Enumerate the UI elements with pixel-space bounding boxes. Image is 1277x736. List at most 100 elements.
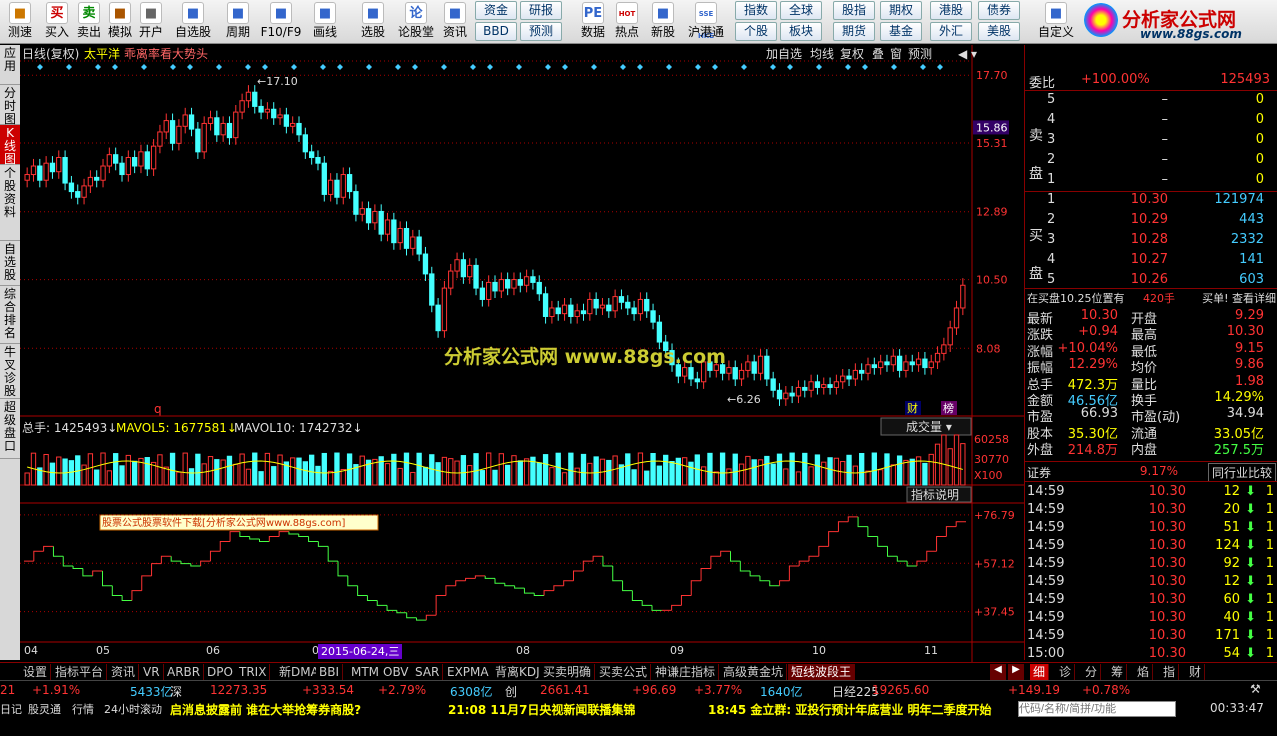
- candle-body: [87, 176, 94, 187]
- quick-top-button[interactable]: 港股: [930, 1, 972, 20]
- indicator-tab[interactable]: 神谦庄指标: [652, 664, 720, 680]
- scroll-right-icon[interactable]: ▶: [1008, 664, 1024, 680]
- candle-body: [656, 321, 663, 343]
- left-tab-5[interactable]: 综合排名: [0, 286, 20, 344]
- toolbar-hot-button[interactable]: HOT 热点: [612, 0, 642, 44]
- indicator-tab[interactable]: 资讯: [108, 664, 140, 680]
- quote-cell: 12: [1223, 484, 1240, 499]
- right-tab[interactable]: 分: [1082, 664, 1102, 680]
- quick-bottom-button[interactable]: 板块: [780, 22, 822, 41]
- left-tab-2[interactable]: K线图: [0, 125, 20, 166]
- indicator-tab[interactable]: 高级黄金坑: [720, 664, 788, 680]
- toolbar-screener-button[interactable]: ■ 选股: [355, 0, 391, 44]
- news-headline-1[interactable]: 启消息披露前 谁在大举抢筹券商股?: [170, 701, 361, 718]
- left-tab-6[interactable]: 牛叉诊股: [0, 344, 20, 399]
- compare-button[interactable]: 同行业比较: [1207, 463, 1276, 482]
- volume-bar: [795, 471, 802, 486]
- candle-body: [30, 165, 37, 176]
- right-tab[interactable]: 诊: [1056, 664, 1076, 680]
- quick-top-button[interactable]: 研报: [520, 1, 562, 20]
- quick-bottom-button[interactable]: 美股: [978, 22, 1020, 41]
- toolbar-ipo-button[interactable]: ■ 新股: [648, 0, 678, 44]
- quick-top-button[interactable]: 股指: [833, 1, 875, 20]
- toolbar-news-button[interactable]: ■ 资讯: [440, 0, 470, 44]
- right-tab[interactable]: 指: [1160, 664, 1180, 680]
- candle-body: [188, 114, 195, 130]
- indicator-tab[interactable]: VR: [140, 664, 164, 680]
- candle-body: [410, 236, 416, 249]
- quick-top-button[interactable]: 资金: [475, 1, 517, 20]
- toolbar-hammer-button[interactable]: ■ 模拟: [105, 0, 135, 44]
- indicator-tab[interactable]: MTM: [348, 664, 384, 680]
- quick-top-button[interactable]: 债券: [978, 1, 1020, 20]
- right-tab[interactable]: 财: [1186, 664, 1206, 680]
- quick-bottom-button[interactable]: 个股: [735, 22, 777, 41]
- indicator-tab[interactable]: SAR: [412, 664, 444, 680]
- quick-bottom-button[interactable]: 预测: [520, 22, 562, 41]
- indicator-tab[interactable]: 买卖明确: [540, 664, 596, 680]
- news-headline-3[interactable]: 18:45 金立群: 亚投行预计年底营业 明年二季度开始: [708, 701, 1014, 718]
- indicator-tab[interactable]: TRIX: [236, 664, 271, 680]
- toolbar-sell-button[interactable]: 卖卖出: [74, 0, 104, 44]
- status-link[interactable]: 日记: [0, 701, 22, 717]
- right-tab[interactable]: 筹: [1108, 664, 1128, 680]
- toolbar-hk-connect-button[interactable]: SSE HKE 沪港通: [684, 0, 728, 44]
- quick-top-button[interactable]: 期权: [880, 1, 922, 20]
- toolbar-forum-button[interactable]: 论论股堂: [395, 0, 437, 44]
- toolbar-pe-button[interactable]: PE 数据: [578, 0, 608, 44]
- left-tab-label: 自选股: [3, 242, 16, 282]
- indicator-tab[interactable]: BBI: [316, 664, 344, 680]
- volume-bar: [587, 462, 593, 486]
- toolbar-f10-button[interactable]: ■ F10/F9: [260, 0, 302, 44]
- search-input[interactable]: [1018, 701, 1176, 717]
- quote-stat-row: 总手 472.3万 量比 1.98: [1025, 373, 1277, 393]
- status-link[interactable]: 行情: [72, 701, 94, 717]
- toolbar-customize-button[interactable]: ■ 自定义: [1036, 0, 1076, 44]
- candle-body: [479, 287, 486, 300]
- volume-bar: [308, 454, 315, 486]
- indicator-tab[interactable]: 背离KDJ: [492, 664, 544, 680]
- volume-bar: [688, 461, 694, 486]
- quick-bottom-button[interactable]: 期货: [833, 22, 875, 41]
- toolbar-buy-button[interactable]: 买买入: [42, 0, 72, 44]
- status-link[interactable]: 24小时滚动: [104, 701, 162, 717]
- toolbar-watchlist-button[interactable]: ■ 自选股: [171, 0, 215, 44]
- quick-top-button[interactable]: 全球: [780, 1, 822, 20]
- indicator-tab[interactable]: EXPMA: [444, 664, 493, 680]
- indicator-tab[interactable]: OBV: [380, 664, 413, 680]
- candle-body: [353, 191, 359, 215]
- quote-cell: 14:59: [1027, 610, 1065, 625]
- toolbar-clock-button[interactable]: ■ 周期: [220, 0, 256, 44]
- toolbar-speed-test-button[interactable]: ■ 测速: [5, 0, 35, 44]
- kline-chart[interactable]: 日线(复权) 太平洋 乖离率看大势头 加自选 均线 复权叠窗预测 ◀ ▾ 17.70 15.31…: [20, 45, 1024, 662]
- indicator-tab[interactable]: ARBR: [164, 664, 205, 680]
- left-tab-1[interactable]: 分时图: [0, 85, 20, 126]
- quote-cell: 10.27: [1130, 252, 1168, 267]
- toolbar-lock-button[interactable]: ■ 开户: [136, 0, 166, 44]
- chart-top-button: 叠: [872, 47, 884, 61]
- indicator-tab[interactable]: 指标平台: [52, 664, 108, 680]
- quick-bottom-button[interactable]: BBD: [475, 22, 517, 41]
- status-link[interactable]: 股灵通: [28, 701, 61, 717]
- tools-icon[interactable]: ⚒: [1250, 682, 1261, 696]
- left-tab-3[interactable]: 个股资料: [0, 165, 20, 241]
- right-tab[interactable]: 焰: [1134, 664, 1154, 680]
- indicator-tab[interactable]: DPO: [204, 664, 237, 680]
- toolbar-pencil-button[interactable]: ■ 画线: [305, 0, 345, 44]
- quick-bottom-button[interactable]: 外汇: [930, 22, 972, 41]
- indicator-tab[interactable]: 设置: [20, 664, 52, 680]
- quick-top-button[interactable]: 指数: [735, 1, 777, 20]
- news-headline-2[interactable]: 21:08 11月7日央视新闻联播集锦: [448, 701, 635, 718]
- right-tab[interactable]: 细: [1030, 664, 1050, 680]
- quote-stat-row: 金额 46.56亿 换手 14.29%: [1025, 389, 1277, 409]
- quick-bottom-button[interactable]: 基金: [880, 22, 922, 41]
- indicator-tab[interactable]: 短线波段王: [788, 664, 856, 680]
- index-ticker-item: 创: [505, 685, 518, 699]
- scroll-left-icon[interactable]: ◀: [990, 664, 1006, 680]
- quote-cell: 10.30: [1226, 324, 1264, 340]
- volume-bar: [410, 471, 416, 486]
- indicator-tab[interactable]: 买卖公式: [596, 664, 652, 680]
- left-tab-4[interactable]: 自选股: [0, 241, 20, 286]
- left-tab-0[interactable]: 应用: [0, 45, 20, 85]
- left-tab-7[interactable]: 超级盘口: [0, 399, 20, 459]
